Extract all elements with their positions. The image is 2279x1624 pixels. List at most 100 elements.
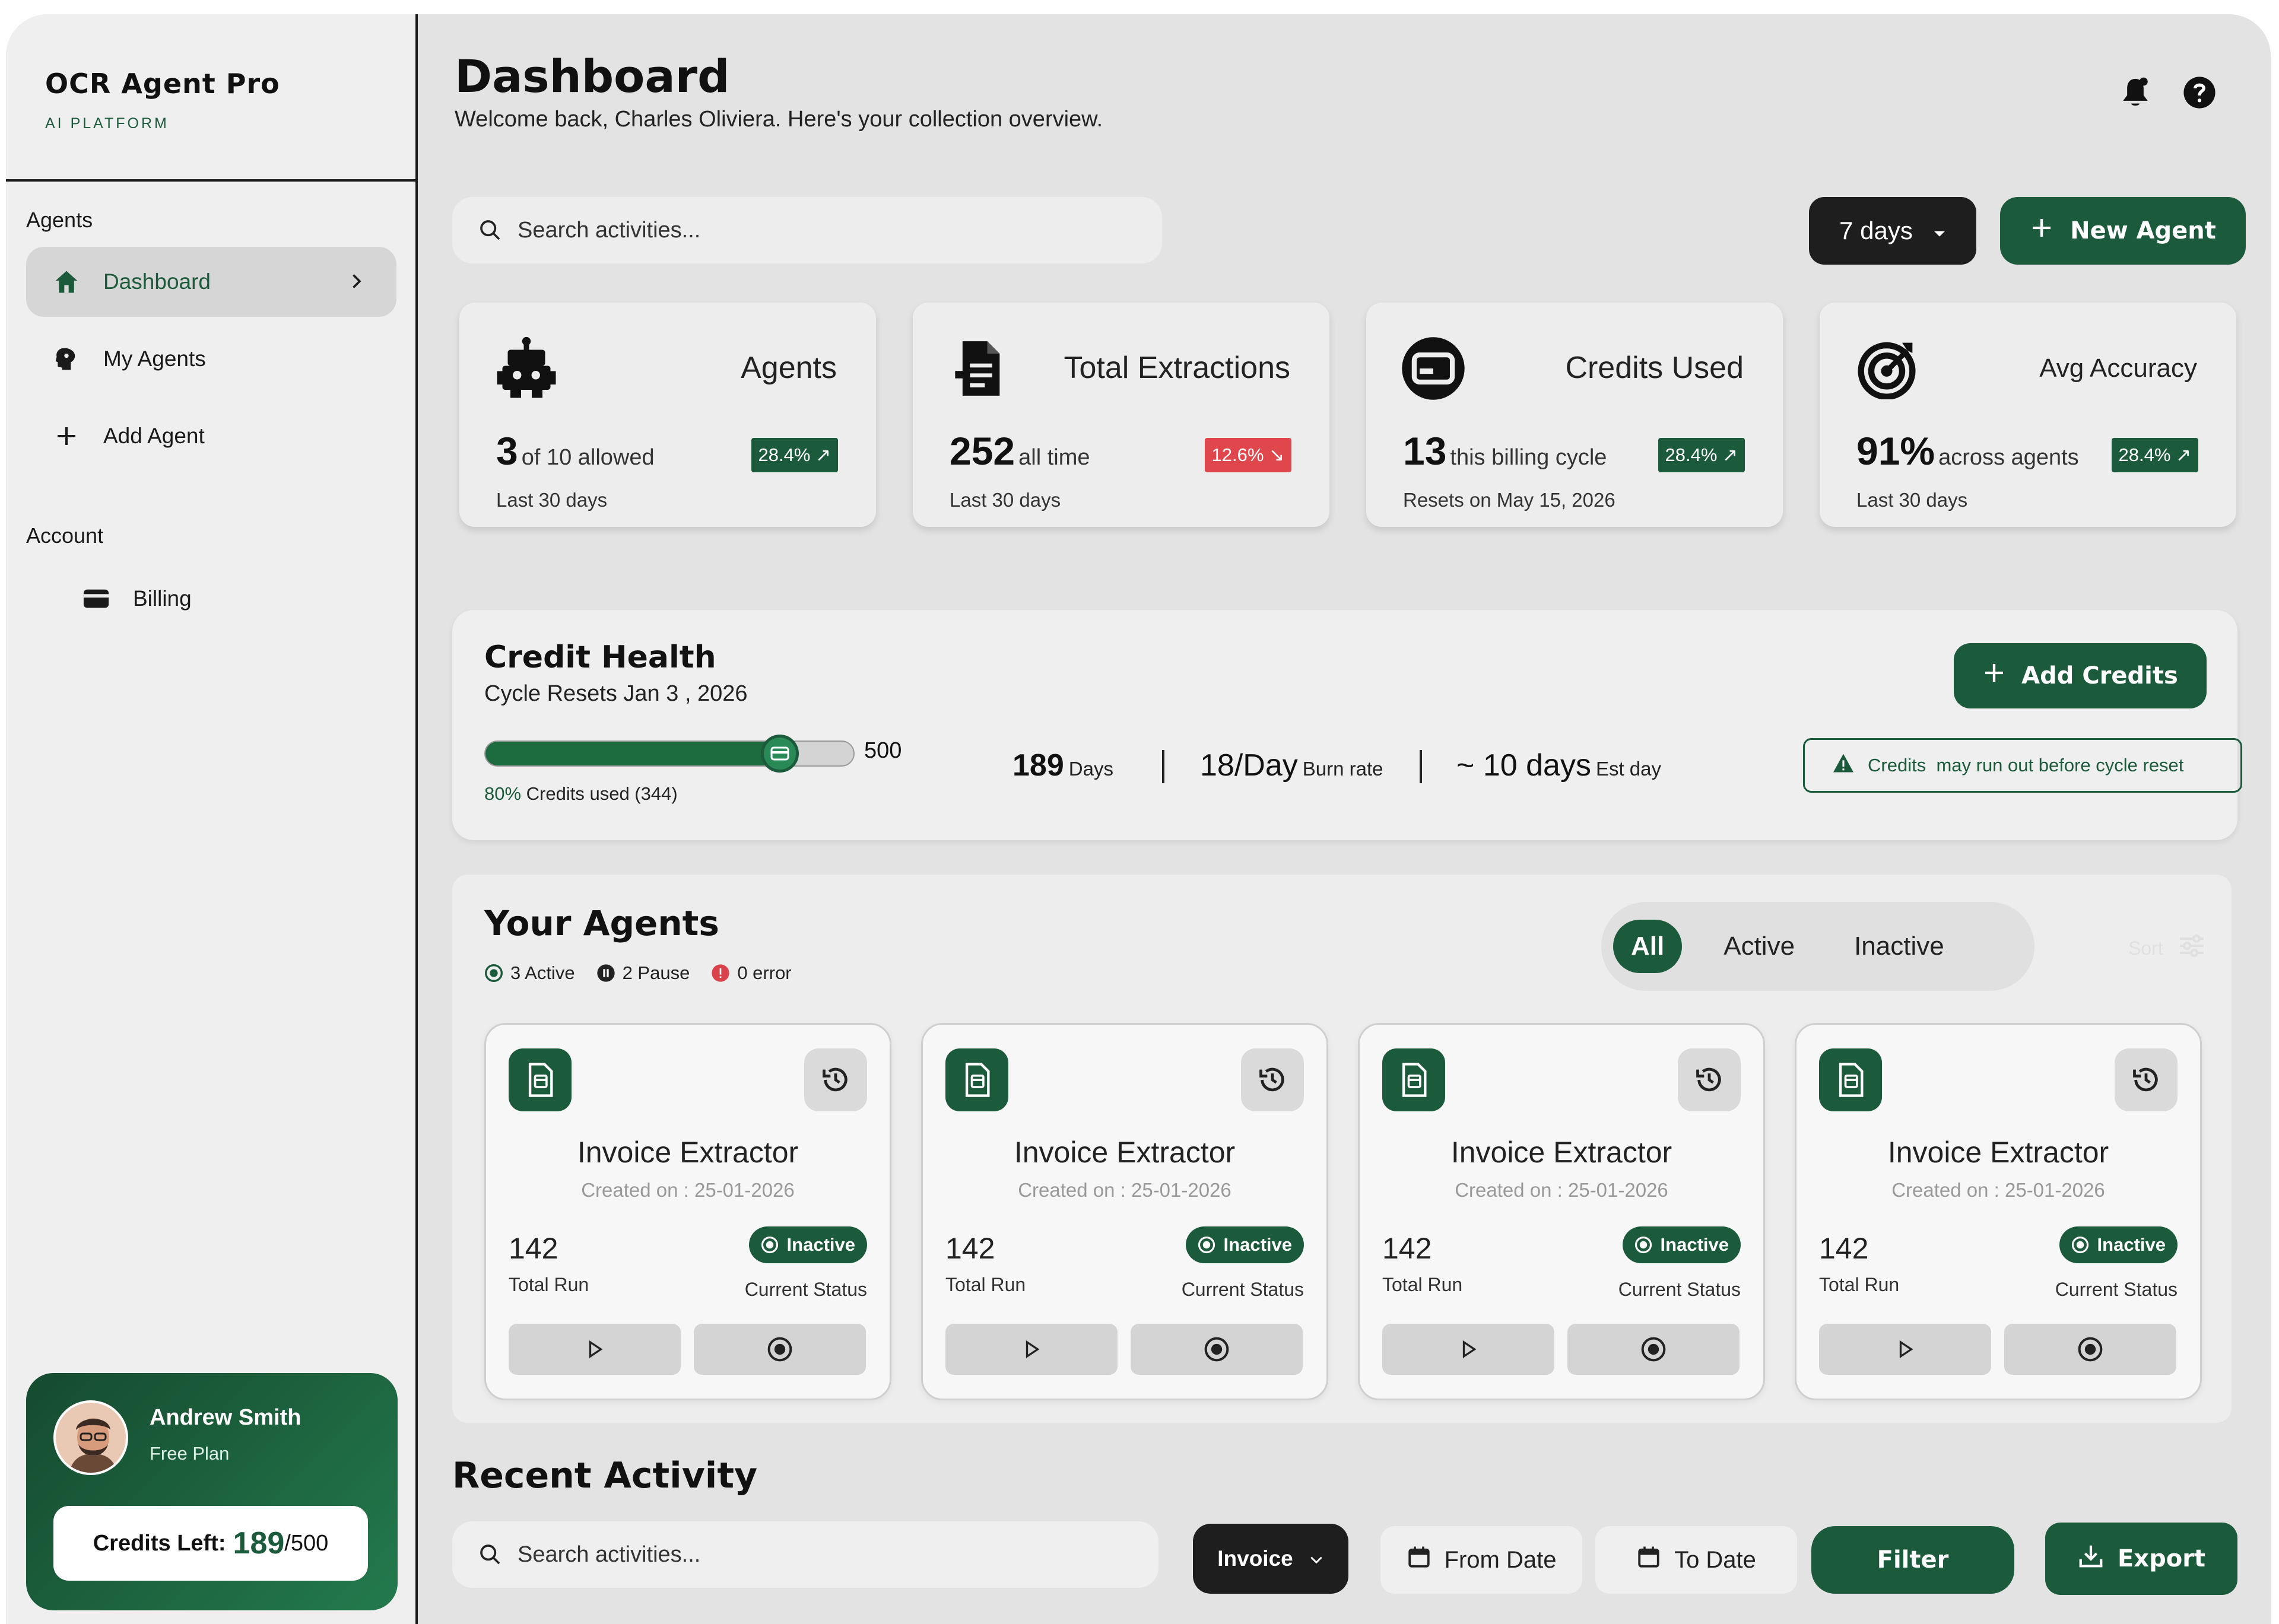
section-label-agents: Agents: [26, 208, 93, 232]
stat-footnote: Last 30 days: [1856, 489, 1968, 511]
legend-active: 3 Active: [484, 962, 575, 984]
credits-total: /500: [284, 1530, 329, 1556]
sidebar-item-add-agent[interactable]: Add Agent: [26, 401, 396, 471]
add-credits-button[interactable]: Add Credits: [1954, 643, 2207, 708]
tab-active[interactable]: Active: [1706, 920, 1813, 973]
run-agent-button[interactable]: [945, 1324, 1118, 1375]
run-agent-button[interactable]: [1819, 1324, 1991, 1375]
error-dot-icon: [712, 964, 729, 982]
agent-total-runs-label: Total Run: [1819, 1274, 1900, 1295]
document-type-dropdown[interactable]: Invoice: [1193, 1524, 1348, 1594]
calendar-icon: [1407, 1544, 1431, 1575]
progress-knob[interactable]: [761, 735, 799, 773]
status-dot-icon: [1198, 1236, 1215, 1254]
search-activities-input[interactable]: Search activities...: [452, 197, 1162, 263]
chevron-right-icon: [345, 271, 367, 297]
user-name: Andrew Smith: [150, 1405, 301, 1430]
sidebar-item-my-agents[interactable]: My Agents: [26, 324, 396, 394]
agent-card[interactable]: Invoice Extractor Created on : 25-01-202…: [1358, 1023, 1765, 1400]
stat-card-total-extractions: Total Extractions 252 all time 12.6% ↘ La…: [913, 303, 1329, 527]
stat-card-agents: Agents 3 of 10 allowed 28.4% ↗ Last 30 da…: [459, 303, 876, 527]
plus-icon: [1982, 661, 2006, 691]
section-label-account: Account: [26, 523, 104, 548]
export-label: Export: [2117, 1545, 2206, 1572]
date-range-value: 7 days: [1839, 217, 1913, 244]
new-agent-button[interactable]: New Agent: [2000, 197, 2246, 265]
brand-subtitle: AI PLATFORM: [45, 115, 169, 132]
sidebar-item-billing[interactable]: Billing: [26, 564, 396, 634]
tab-inactive[interactable]: Inactive: [1836, 920, 1962, 973]
history-icon[interactable]: [804, 1048, 867, 1111]
sidebar-divider: [6, 179, 415, 182]
from-date-label: From Date: [1444, 1546, 1557, 1573]
days-metric: 189 Days: [1012, 748, 1113, 783]
stat-trend-badge: 28.4% ↗: [751, 438, 838, 472]
stat-footnote: Resets on May 15, 2026: [1403, 489, 1615, 511]
document-icon: [1382, 1048, 1445, 1111]
play-icon: [1026, 1340, 1040, 1359]
agent-card[interactable]: Invoice Extractor Created on : 25-01-202…: [921, 1023, 1328, 1400]
sort-button[interactable]: Sort: [2128, 934, 2206, 962]
history-icon[interactable]: [1241, 1048, 1304, 1111]
stop-agent-button[interactable]: [694, 1324, 866, 1375]
credits-left-label: Credits Left:: [93, 1530, 226, 1556]
agent-name: Invoice Extractor: [577, 1136, 799, 1169]
plus-icon: [52, 422, 81, 450]
burn-rate-metric: 18/Day Burn rate: [1200, 748, 1383, 783]
agent-card[interactable]: Invoice Extractor Created on : 25-01-202…: [484, 1023, 891, 1400]
sidebar-item-label: Billing: [133, 586, 192, 611]
agent-created-date: Created on : 25-01-2026: [1455, 1179, 1668, 1201]
agent-status-badge: Inactive: [1185, 1226, 1304, 1263]
stat-footnote: Last 30 days: [496, 489, 608, 511]
record-icon: [1641, 1337, 1666, 1362]
user-card[interactable]: Andrew Smith Free Plan Credits Left: 189…: [26, 1373, 398, 1610]
help-icon[interactable]: [2180, 74, 2218, 112]
stat-trend-badge: 28.4% ↗: [1658, 438, 1745, 472]
stat-trend-badge: 28.4% ↗: [2111, 438, 2198, 472]
history-icon[interactable]: [2115, 1048, 2178, 1111]
agent-total-runs: 142: [1382, 1232, 1432, 1265]
stat-value: 91% across agents: [1856, 429, 2079, 473]
agent-status-badge: Inactive: [2059, 1226, 2178, 1263]
sidebar-item-label: Dashboard: [103, 269, 211, 294]
your-agents-title: Your Agents: [484, 903, 719, 943]
notification-bell-icon[interactable]: [2116, 74, 2154, 112]
stat-card-avg-accuracy: Avg Accuracy 91% across agents 28.4% ↗ La…: [1820, 303, 2236, 527]
filter-button[interactable]: Filter: [1811, 1526, 2014, 1594]
search-placeholder: Search activities...: [518, 1542, 701, 1567]
est-day-metric: ~ 10 days Est day: [1456, 748, 1662, 783]
status-dot-icon: [1634, 1236, 1652, 1254]
agent-total-runs: 142: [509, 1232, 558, 1265]
from-date-picker[interactable]: From Date: [1380, 1526, 1582, 1594]
agent-card[interactable]: Invoice Extractor Created on : 25-01-202…: [1795, 1023, 2202, 1400]
run-agent-button[interactable]: [509, 1324, 681, 1375]
record-icon: [2078, 1337, 2103, 1362]
new-agent-label: New Agent: [2070, 217, 2216, 244]
sidebar-item-label: My Agents: [103, 347, 206, 371]
agent-status-legend: 3 Active 2 Pause 0 error: [484, 962, 792, 984]
run-agent-button[interactable]: [1382, 1324, 1554, 1375]
card-icon: [82, 584, 110, 613]
stop-agent-button[interactable]: [1567, 1324, 1740, 1375]
export-button[interactable]: Export: [2045, 1523, 2237, 1595]
tab-all[interactable]: All: [1613, 920, 1683, 973]
document-icon: [945, 1048, 1008, 1111]
document-icon: [509, 1048, 572, 1111]
stop-agent-button[interactable]: [2004, 1324, 2176, 1375]
agent-created-date: Created on : 25-01-2026: [581, 1179, 795, 1201]
sidebar: OCR Agent Pro AI PLATFORM Agents Dashboa…: [6, 14, 418, 1624]
stat-footnote: Last 30 days: [950, 489, 1061, 511]
add-credits-label: Add Credits: [2021, 662, 2178, 689]
agent-status-label: Current Status: [744, 1279, 867, 1300]
sidebar-item-dashboard[interactable]: Dashboard: [26, 247, 396, 317]
agent-status-label: Current Status: [2055, 1279, 2178, 1300]
play-icon: [589, 1340, 603, 1359]
brand: OCR Agent Pro AI PLATFORM: [45, 68, 280, 132]
history-icon[interactable]: [1678, 1048, 1741, 1111]
stop-agent-button[interactable]: [1131, 1324, 1303, 1375]
stat-value: 13 this billing cycle: [1403, 429, 1607, 473]
to-date-picker[interactable]: To Date: [1595, 1526, 1797, 1594]
credits-progress-fill: [485, 742, 780, 765]
date-range-dropdown[interactable]: 7 days: [1809, 197, 1976, 265]
activity-search-input[interactable]: Search activities...: [452, 1521, 1158, 1588]
